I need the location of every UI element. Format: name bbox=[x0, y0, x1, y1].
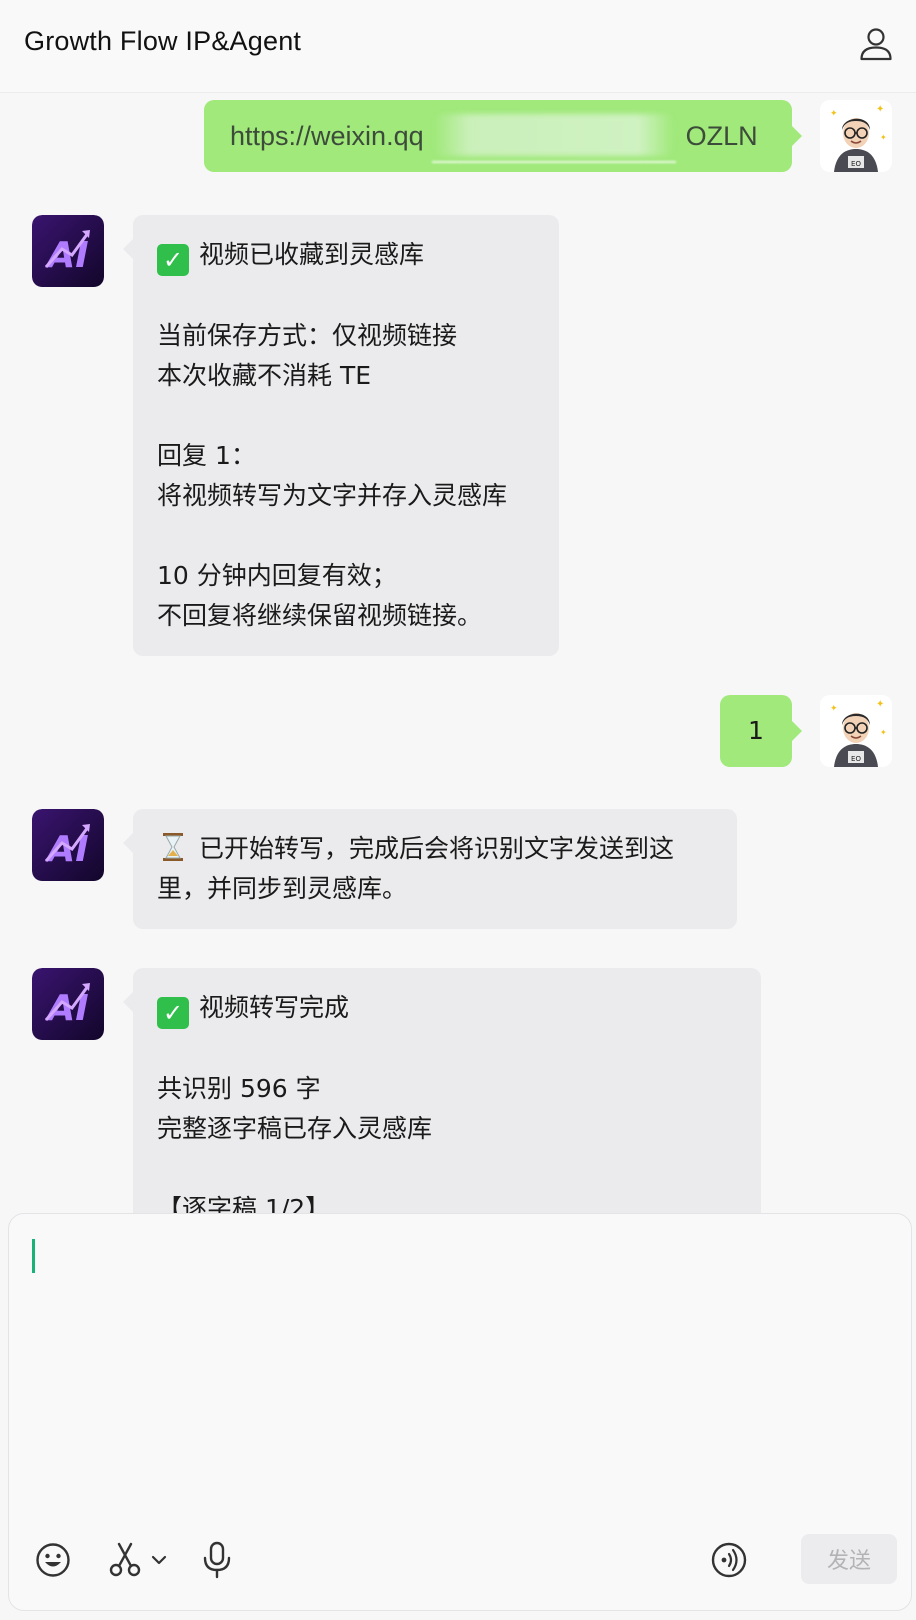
redacted-underline bbox=[432, 161, 676, 163]
message-list[interactable]: https://weixin.qq OZLN EO ✦ ✦ ✦ AI ✓ 视频已… bbox=[0, 93, 916, 1213]
message-line: 里，并同步到灵感库。 bbox=[157, 874, 408, 903]
svg-text:✦: ✦ bbox=[880, 728, 887, 737]
message-line bbox=[157, 1029, 737, 1069]
user-message-bubble[interactable]: 1 bbox=[720, 695, 802, 767]
bot-avatar[interactable]: AI bbox=[32, 809, 104, 881]
user-message-bubble[interactable]: https://weixin.qq OZLN bbox=[204, 100, 802, 172]
svg-text:✦: ✦ bbox=[830, 704, 838, 714]
user-avatar[interactable]: EO ✦ ✦ ✦ bbox=[820, 695, 892, 767]
message-line: 当前保存方式：仅视频链接 bbox=[157, 321, 458, 350]
user-avatar[interactable]: EO ✦ ✦ ✦ bbox=[820, 100, 892, 172]
svg-text:✦: ✦ bbox=[876, 699, 884, 710]
message-line: 完整逐字稿已存入灵感库 bbox=[157, 1114, 433, 1143]
text-caret bbox=[32, 1239, 35, 1273]
check-mark-icon: ✓ bbox=[157, 244, 189, 276]
message-text: 1 bbox=[748, 716, 764, 745]
message-line: 10 分钟内回复有效； bbox=[157, 561, 397, 590]
message-line bbox=[157, 516, 535, 556]
user-avatar-image: EO ✦ ✦ ✦ bbox=[820, 100, 892, 172]
message-line: 本次收藏不消耗 TE bbox=[157, 361, 372, 390]
ai-logo-icon: AI bbox=[32, 215, 104, 287]
message-line: 回复 1： bbox=[157, 441, 256, 470]
message-input[interactable] bbox=[29, 1234, 893, 1498]
user-icon[interactable] bbox=[858, 26, 894, 62]
message-line: 共识别 596 字 bbox=[157, 1074, 321, 1103]
chevron-down-icon[interactable] bbox=[149, 1540, 169, 1580]
bot-avatar[interactable]: AI bbox=[32, 968, 104, 1040]
voice-call-icon[interactable] bbox=[709, 1540, 749, 1580]
bot-avatar[interactable]: AI bbox=[32, 215, 104, 287]
ai-logo-icon: AI bbox=[32, 809, 104, 881]
bot-message-bubble[interactable]: ✓ 视频已收藏到灵感库 当前保存方式：仅视频链接 本次收藏不消耗 TE 回复 1：… bbox=[123, 215, 559, 656]
ai-logo-icon: AI bbox=[32, 968, 104, 1040]
svg-text:✦: ✦ bbox=[876, 104, 884, 115]
message-line: 已开始转写，完成后会将识别文字发送到这 bbox=[157, 829, 713, 869]
message-line bbox=[157, 1149, 737, 1189]
message-line: 不回复将继续保留视频链接。 bbox=[157, 601, 483, 630]
svg-text:EO: EO bbox=[851, 755, 861, 763]
bot-message-bubble[interactable]: ✓ 视频转写完成 共识别 596 字 完整逐字稿已存入灵感库 【逐字稿 1/2】 bbox=[123, 968, 761, 1213]
header-bar: Growth Flow IP&Agent bbox=[0, 0, 916, 93]
chat-window: Growth Flow IP&Agent https://weixin.qq OZ… bbox=[0, 0, 916, 1620]
svg-text:✦: ✦ bbox=[880, 133, 887, 142]
user-avatar-image: EO ✦ ✦ ✦ bbox=[820, 695, 892, 767]
message-line: 将视频转写为文字并存入灵感库 bbox=[157, 481, 508, 510]
check-mark-icon: ✓ bbox=[157, 997, 189, 1029]
redacted-blur bbox=[434, 114, 674, 156]
app-title: Growth Flow IP&Agent bbox=[24, 26, 302, 56]
message-line: ✓ 视频转写完成 bbox=[157, 988, 737, 1029]
message-composer: 发送 bbox=[8, 1213, 912, 1611]
scissors-icon[interactable] bbox=[105, 1540, 145, 1580]
send-button[interactable]: 发送 bbox=[801, 1534, 897, 1584]
message-line: ✓ 视频已收藏到灵感库 bbox=[157, 235, 535, 276]
message-line: 【逐字稿 1/2】 bbox=[157, 1194, 331, 1213]
microphone-icon[interactable] bbox=[197, 1540, 237, 1580]
svg-text:EO: EO bbox=[851, 160, 861, 168]
emoji-icon[interactable] bbox=[33, 1540, 73, 1580]
svg-text:✦: ✦ bbox=[830, 109, 838, 119]
hourglass-icon bbox=[163, 833, 183, 861]
message-line bbox=[157, 276, 535, 316]
bot-message-bubble[interactable]: 已开始转写，完成后会将识别文字发送到这 里，并同步到灵感库。 bbox=[123, 809, 737, 929]
message-line bbox=[157, 396, 535, 436]
